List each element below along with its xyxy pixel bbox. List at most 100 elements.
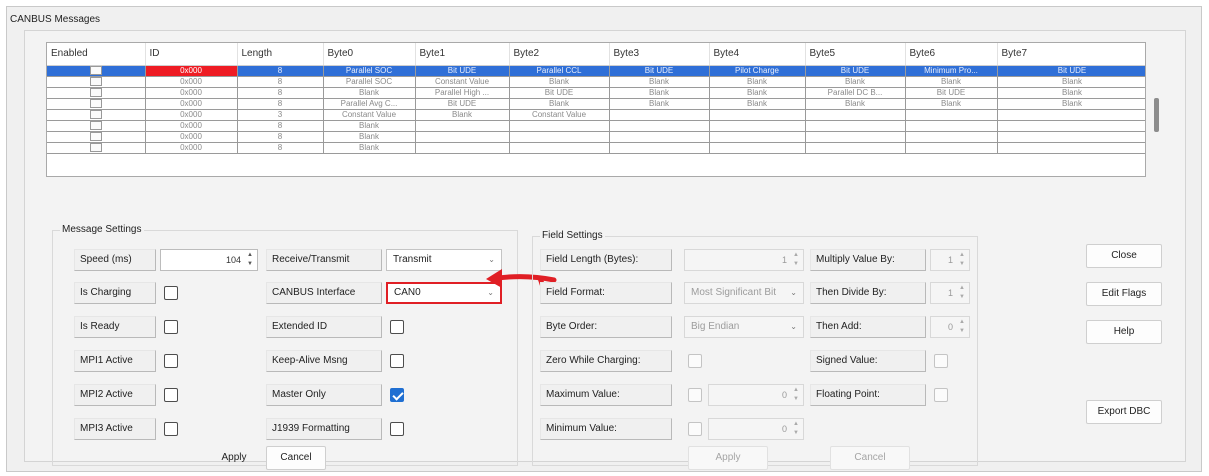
byte-cell[interactable]: Constant Value [509,109,610,121]
length-cell[interactable]: 8 [237,131,324,143]
byte-cell[interactable]: Pilot Charge [709,65,806,77]
byte-cell[interactable]: Blank [805,98,906,110]
table-row[interactable]: 0x000 8 Blank Parallel High ... Bit UDE Blank… [47,87,1145,99]
byte-cell[interactable] [997,131,1145,143]
byte-cell[interactable] [905,120,998,132]
byte-cell[interactable]: Blank [609,76,710,88]
byte-cell[interactable] [609,131,710,143]
field-length-spinner[interactable]: 1 ▲ ▼ [684,249,804,271]
multiply-value-spinner[interactable]: 1 ▲ ▼ [930,249,970,271]
messages-table[interactable]: Enabled ID Length Byte0 Byte1 Byte2 Byte3 Byte4… [46,42,1146,177]
export-dbc-button[interactable]: Export DBC [1086,400,1162,424]
byte-cell[interactable]: Parallel DC B... [805,87,906,99]
table-row[interactable]: 0x000 8 Parallel SOC Bit UDE Parallel CCL Bit… [47,65,1145,77]
byte-cell[interactable]: Parallel CCL [509,65,610,77]
table-row[interactable]: 0x000 8 Blank [47,131,1145,143]
id-cell[interactable]: 0x000 [145,131,238,143]
row-enabled-checkbox[interactable] [89,143,102,152]
byte-cell[interactable]: Parallel SOC [323,76,416,88]
byte-cell[interactable] [609,142,710,154]
minimum-value-spinner[interactable]: 0 ▲ ▼ [708,418,804,440]
table-row[interactable]: 0x000 8 Parallel SOC Constant Value Blank Bla… [47,76,1145,88]
byte-cell[interactable]: Constant Value [323,109,416,121]
floating-point-checkbox[interactable] [934,388,948,402]
table-scrollbar[interactable] [1150,42,1164,177]
byte-cell[interactable]: Parallel SOC [323,65,416,77]
signed-value-checkbox[interactable] [934,354,948,368]
byte-cell[interactable] [905,131,998,143]
spinner-arrows-icon[interactable]: ▲ ▼ [790,386,802,404]
byte-cell[interactable] [609,109,710,121]
speed-spinner[interactable]: 104 ▲ ▼ [160,249,258,271]
id-cell[interactable]: 0x000 [145,109,238,121]
byte-cell[interactable]: Parallel Avg C... [323,98,416,110]
byte-cell[interactable] [709,142,806,154]
column-header[interactable]: Byte7 [997,43,1145,66]
byte-cell[interactable]: Bit UDE [905,87,998,99]
id-cell[interactable]: 0x000 [145,142,238,154]
byte-cell[interactable] [709,131,806,143]
byte-cell[interactable]: Blank [709,98,806,110]
enabled-cell[interactable] [47,76,146,88]
id-cell[interactable]: 0x000 [145,76,238,88]
byte-cell[interactable]: Bit UDE [509,87,610,99]
enabled-cell[interactable] [47,65,146,77]
byte-cell[interactable]: Blank [323,120,416,132]
byte-cell[interactable] [805,142,906,154]
byte-cell[interactable] [709,120,806,132]
maximum-value-checkbox[interactable] [688,388,702,402]
row-enabled-checkbox[interactable] [89,110,102,119]
length-cell[interactable]: 3 [237,109,324,121]
row-enabled-checkbox[interactable] [89,77,102,86]
byte-cell[interactable]: Blank [997,87,1145,99]
edit-flags-button[interactable]: Edit Flags [1086,282,1162,306]
keep-alive-checkbox[interactable] [390,354,404,368]
column-header[interactable]: Byte5 [805,43,906,66]
length-cell[interactable]: 8 [237,98,324,110]
add-spinner[interactable]: 0 ▲ ▼ [930,316,970,338]
maximum-value-spinner[interactable]: 0 ▲ ▼ [708,384,804,406]
byte-cell[interactable] [509,131,610,143]
byte-cell[interactable]: Blank [905,76,998,88]
mpi1-active-checkbox[interactable] [164,354,178,368]
spinner-arrows-icon[interactable]: ▲ ▼ [956,284,968,302]
column-header[interactable]: Byte1 [415,43,510,66]
byte-cell[interactable]: Blank [415,109,510,121]
length-cell[interactable]: 8 [237,65,324,77]
byte-cell[interactable]: Bit UDE [415,98,510,110]
spinner-arrows-icon[interactable]: ▲ ▼ [956,318,968,336]
enabled-cell[interactable] [47,120,146,132]
j1939-formatting-checkbox[interactable] [390,422,404,436]
byte-cell[interactable]: Bit UDE [997,65,1145,77]
table-row[interactable]: 0x000 8 Blank [47,142,1145,154]
divide-spinner[interactable]: 1 ▲ ▼ [930,282,970,304]
field-apply-button[interactable]: Apply [688,446,768,470]
byte-cell[interactable] [415,131,510,143]
byte-cell[interactable]: Blank [509,76,610,88]
is-ready-checkbox[interactable] [164,320,178,334]
id-cell[interactable]: 0x000 [145,65,238,77]
byte-cell[interactable] [805,131,906,143]
id-cell[interactable]: 0x000 [145,87,238,99]
message-apply-button[interactable]: Apply [206,446,262,470]
column-header[interactable]: Byte3 [609,43,710,66]
spinner-arrows-icon[interactable]: ▲ ▼ [790,251,802,269]
byte-cell[interactable] [509,142,610,154]
byte-cell[interactable] [997,120,1145,132]
field-format-select[interactable]: Most Significant Bit ⌄ [684,282,804,304]
minimum-value-checkbox[interactable] [688,422,702,436]
byte-cell[interactable]: Blank [997,98,1145,110]
row-enabled-checkbox[interactable] [89,88,102,97]
byte-cell[interactable] [905,109,998,121]
byte-cell[interactable]: Parallel High ... [415,87,510,99]
byte-cell[interactable] [415,142,510,154]
byte-cell[interactable] [609,120,710,132]
byte-cell[interactable] [805,109,906,121]
enabled-cell[interactable] [47,109,146,121]
byte-cell[interactable]: Blank [709,76,806,88]
mpi3-active-checkbox[interactable] [164,422,178,436]
extended-id-checkbox[interactable] [390,320,404,334]
byte-cell[interactable]: Constant Value [415,76,510,88]
byte-cell[interactable]: Blank [609,87,710,99]
column-header[interactable]: Length [237,43,324,66]
